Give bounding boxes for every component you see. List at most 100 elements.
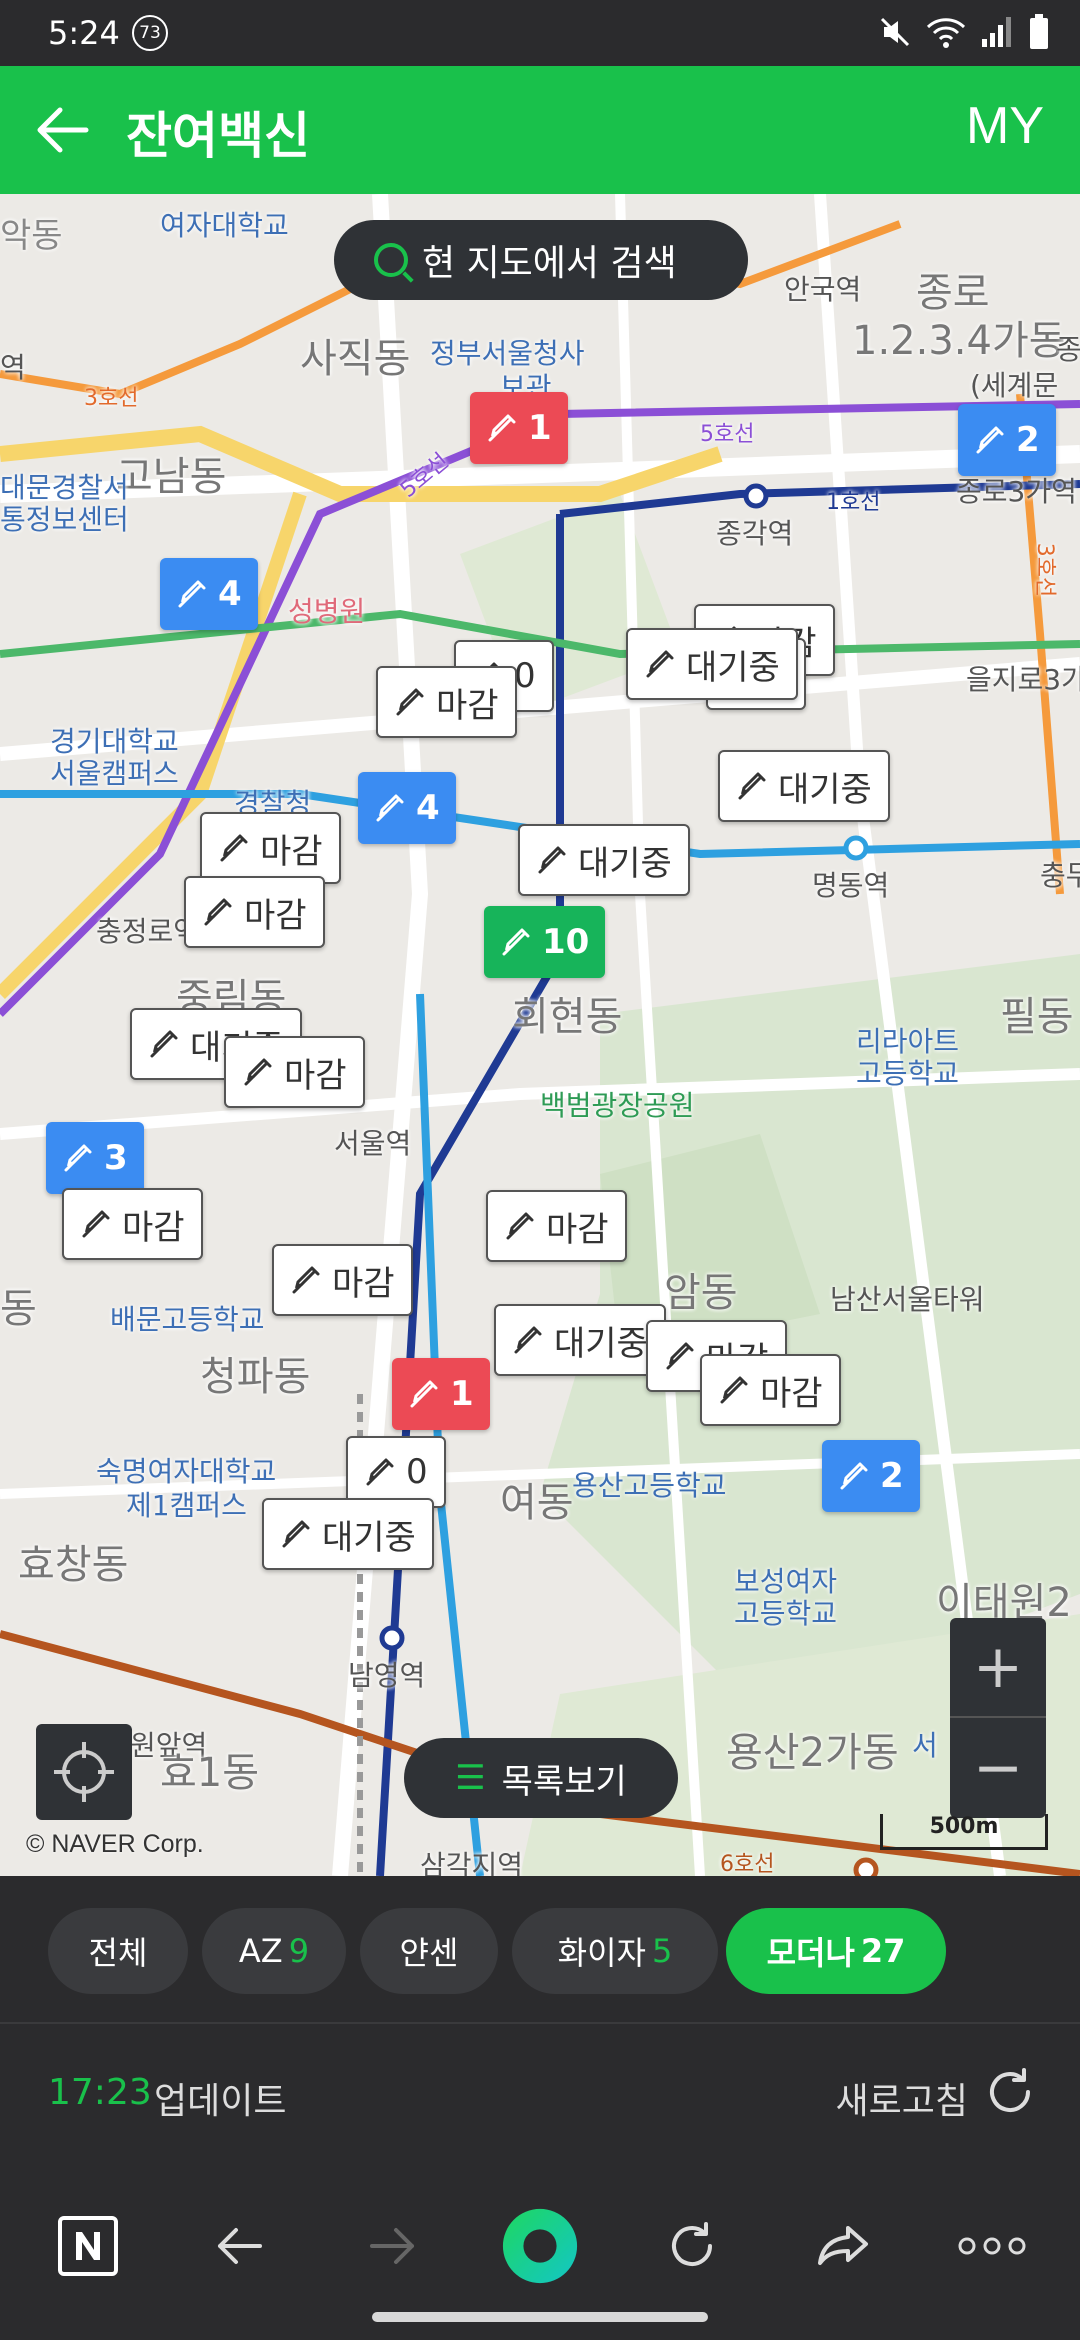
green-dot-button[interactable] — [500, 2206, 580, 2286]
vaccine-marker-label: 0 — [406, 1452, 428, 1492]
map-scale: 500m — [880, 1814, 1048, 1850]
current-location-button[interactable] — [36, 1724, 132, 1820]
status-icons — [878, 14, 1050, 50]
crosshair-icon — [54, 1742, 114, 1802]
reload-button[interactable] — [652, 2206, 732, 2286]
vaccine-marker[interactable]: 4 — [160, 558, 258, 630]
place-label: 제1캠퍼스 — [126, 1489, 247, 1522]
my-button[interactable]: MY — [966, 96, 1044, 156]
syringe-icon — [538, 846, 566, 874]
filter-chip-label: 얀센 — [399, 1934, 459, 1972]
place-label: 서울캠퍼스 — [50, 757, 179, 790]
place-label: 암동 — [664, 1270, 738, 1316]
vaccine-marker[interactable]: 1 — [392, 1358, 490, 1430]
list-icon: ☰ — [455, 1758, 486, 1798]
vaccine-marker-label: 대기중 — [554, 1323, 648, 1364]
filter-chip-moderna[interactable]: 모더나 27 — [726, 1908, 946, 1994]
refresh-icon[interactable] — [982, 2064, 1038, 2120]
place-label: 고등학교 — [734, 1597, 838, 1630]
map-view[interactable]: 여자대학교 악동 사직동 정부서울청사 보관 안국역 종로 1.2.3.4가동 … — [0, 194, 1080, 1876]
signal-icon — [982, 17, 1011, 47]
vaccine-marker[interactable]: 대기중 — [626, 628, 798, 700]
place-label: 회현동 — [512, 994, 623, 1040]
syringe-icon — [840, 1462, 868, 1490]
vaccine-marker-label: 2 — [1016, 420, 1040, 460]
refresh-button[interactable]: 새로고침 — [836, 2072, 968, 2124]
place-label: 고남동 — [116, 454, 227, 500]
vaccine-marker-label: 2 — [880, 1456, 904, 1496]
place-label: 용산고등학교 — [572, 1469, 727, 1502]
filter-chip-az[interactable]: AZ 9 — [202, 1908, 346, 1994]
zoom-in-button[interactable]: + — [950, 1618, 1046, 1718]
vaccine-marker[interactable]: 대기중 — [518, 824, 690, 896]
place-label: 역 — [0, 351, 26, 384]
search-this-area-button[interactable]: 현 지도에서 검색 — [334, 220, 748, 300]
place-label: 여자대학교 — [160, 209, 289, 242]
vaccine-marker[interactable]: 4 — [358, 772, 456, 844]
search-this-area-label: 현 지도에서 검색 — [422, 243, 677, 284]
filter-chip-pfizer[interactable]: 화이자 5 — [512, 1908, 718, 1994]
vaccine-marker-label: 마감 — [260, 831, 323, 872]
green-dot-icon — [502, 2208, 578, 2284]
vaccine-marker[interactable]: 마감 — [486, 1190, 627, 1262]
place-label: 명동역 — [812, 869, 890, 902]
place-label: 악동 — [0, 216, 63, 256]
vaccine-marker[interactable]: 마감 — [62, 1188, 203, 1260]
wifi-icon — [926, 18, 966, 48]
syringe-icon — [178, 580, 206, 608]
vaccine-marker[interactable]: 대기중 — [262, 1498, 434, 1570]
vaccine-marker[interactable]: 10 — [484, 906, 606, 978]
update-time: 17:23 — [48, 2072, 152, 2113]
place-label: 충무 — [1040, 859, 1080, 892]
list-view-button[interactable]: ☰ 목록보기 — [404, 1738, 678, 1818]
vaccine-marker[interactable]: 마감 — [700, 1354, 841, 1426]
syringe-icon — [410, 1380, 438, 1408]
place-label: 안국역 — [784, 273, 862, 306]
filter-chip-all[interactable]: 전체 — [48, 1908, 188, 1994]
filter-chip-label: AZ — [238, 1932, 283, 1970]
vaccine-marker[interactable]: 3 — [46, 1122, 144, 1194]
filter-chip-count: 5 — [651, 1932, 673, 1970]
vaccine-marker-label: 대기중 — [778, 769, 872, 810]
naver-home-button[interactable] — [48, 2206, 128, 2286]
app-header: 잔여백신 MY — [0, 66, 1080, 194]
vaccine-marker[interactable]: 대기중 — [718, 750, 890, 822]
vaccine-marker[interactable]: 마감 — [224, 1036, 365, 1108]
vaccine-marker[interactable]: 대기중 — [494, 1304, 666, 1376]
place-label: 서 — [912, 1729, 938, 1762]
place-label: 남영역 — [348, 1659, 426, 1692]
vaccine-marker[interactable]: 마감 — [200, 812, 341, 884]
place-label: 성병원 — [288, 595, 366, 628]
place-label: 백범광장공원 — [540, 1089, 695, 1122]
forward-button[interactable] — [352, 2206, 432, 2286]
syringe-icon — [976, 426, 1004, 454]
back-button[interactable] — [200, 2206, 280, 2286]
filter-chip-label: 전체 — [88, 1934, 148, 1972]
mute-icon — [880, 17, 910, 47]
vaccine-marker[interactable]: 마감 — [272, 1244, 413, 1316]
place-label: 통정보센터 — [0, 503, 129, 536]
place-label: 사직동 — [300, 336, 411, 382]
syringe-icon — [292, 1266, 320, 1294]
vaccine-marker[interactable]: 2 — [958, 404, 1056, 476]
syringe-icon — [488, 414, 516, 442]
battery-icon — [1030, 14, 1048, 49]
place-label: 종 — [1056, 333, 1080, 366]
syringe-icon — [502, 928, 530, 956]
more-icon — [958, 2237, 1026, 2255]
place-label: 동 — [0, 1286, 37, 1332]
zoom-control: + − — [950, 1618, 1046, 1818]
place-label: 삼각지역 — [420, 1849, 524, 1876]
filter-chip-janssen[interactable]: 얀센 — [360, 1908, 498, 1994]
back-arrow-icon[interactable] — [32, 100, 92, 160]
vaccine-marker[interactable]: 2 — [822, 1440, 920, 1512]
home-indicator — [372, 2312, 708, 2322]
share-button[interactable] — [804, 2206, 884, 2286]
vaccine-marker-label: 마감 — [244, 895, 307, 936]
vaccine-marker[interactable]: 마감 — [184, 876, 325, 948]
zoom-out-button[interactable]: − — [950, 1718, 1046, 1818]
more-button[interactable] — [952, 2206, 1032, 2286]
place-label: 배문고등학교 — [110, 1303, 265, 1336]
vaccine-marker[interactable]: 마감 — [376, 666, 517, 738]
vaccine-marker[interactable]: 1 — [470, 392, 568, 464]
